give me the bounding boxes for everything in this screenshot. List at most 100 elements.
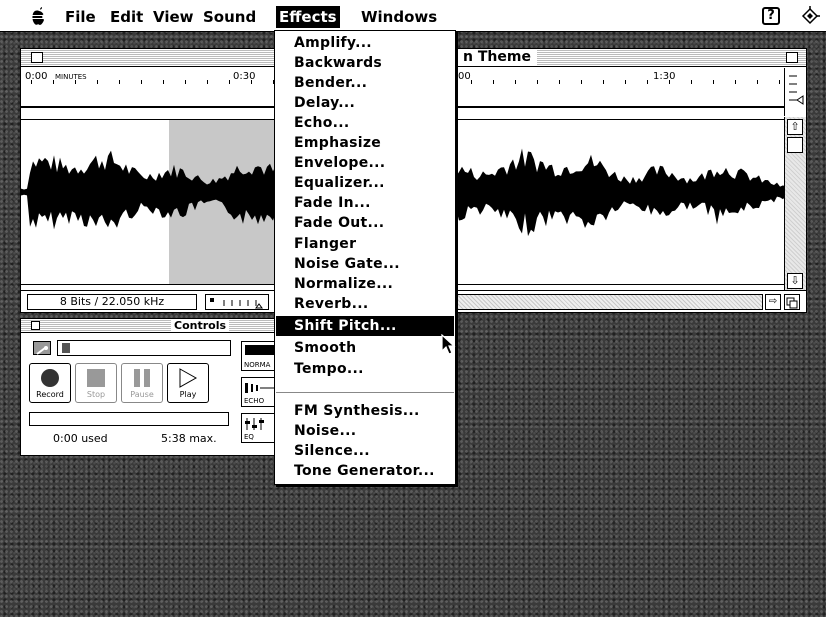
timeline-tick: [31, 80, 32, 84]
menu-separator: [276, 392, 454, 393]
menu-item-emphasize[interactable]: Emphasize: [276, 133, 454, 153]
stop-button[interactable]: Stop: [75, 363, 117, 403]
menu-item-silence[interactable]: Silence...: [276, 441, 454, 461]
timeline-tick: [207, 80, 208, 84]
menu-item-echo[interactable]: Echo...: [276, 113, 454, 133]
menu-item-reverb[interactable]: Reverb...: [276, 294, 454, 314]
timeline-tick: [163, 80, 164, 84]
menu-item-tempo[interactable]: Tempo...: [276, 359, 454, 379]
close-box[interactable]: [31, 52, 43, 63]
normalize-label: NORMA: [244, 361, 271, 369]
menu-item-normalize[interactable]: Normalize...: [276, 274, 454, 294]
timeline-tick: [185, 80, 186, 84]
menu-file[interactable]: File: [62, 6, 99, 28]
scroll-thumb[interactable]: [787, 137, 803, 153]
echo-label: ECHO: [244, 397, 265, 405]
record-button[interactable]: Record: [29, 363, 71, 403]
normalize-icon: [245, 345, 275, 355]
timeline-90-label: 1:30: [653, 71, 676, 82]
menu-item-bender[interactable]: Bender...: [276, 73, 454, 93]
timeline-tick: [53, 80, 54, 84]
grow-box[interactable]: [784, 294, 800, 310]
timeline-units-label: MINUTES: [55, 73, 87, 81]
scroll-up-arrow[interactable]: ⇧: [787, 119, 803, 135]
menu-item-flanger[interactable]: Flanger: [276, 234, 454, 254]
apple-icon[interactable]: [30, 6, 48, 26]
help-icon[interactable]: ?: [762, 7, 780, 25]
menu-item-equalizer[interactable]: Equalizer...: [276, 173, 454, 193]
pause-label: Pause: [130, 390, 154, 399]
timeline-30-label: 0:30: [233, 71, 256, 82]
slider-ticks-icon: [210, 298, 263, 309]
input-level-field[interactable]: [57, 340, 231, 356]
zoom-box[interactable]: [786, 52, 798, 63]
menu-item-delay[interactable]: Delay...: [276, 93, 454, 113]
effects-menu: Amplify... Backwards Bender... Delay... …: [274, 30, 456, 485]
play-label: Play: [179, 390, 197, 399]
stop-icon: [87, 369, 105, 387]
horizontal-scrollbar[interactable]: [457, 294, 763, 310]
pause-button[interactable]: Pause: [121, 363, 163, 403]
menu-windows[interactable]: Windows: [358, 6, 440, 28]
menu-item-backwards[interactable]: Backwards: [276, 53, 454, 73]
app-icon[interactable]: [800, 6, 820, 26]
menu-item-fade-out[interactable]: Fade Out...: [276, 213, 454, 233]
timeline-tick: [691, 80, 692, 84]
microphone-icon[interactable]: [33, 341, 51, 355]
timeline-tick: [757, 80, 758, 84]
timeline-tick: [141, 80, 142, 84]
controls-titlebar[interactable]: Controls: [21, 319, 279, 333]
timeline-tick: [559, 80, 560, 84]
controls-close-box[interactable]: [31, 321, 40, 330]
timeline-tick: [229, 80, 230, 84]
controls-title: Controls: [171, 319, 230, 332]
timeline-tick: [97, 80, 98, 84]
mini-slider[interactable]: [205, 294, 269, 310]
menu-item-fm-synthesis[interactable]: FM Synthesis...: [276, 401, 454, 421]
eq-label: EQ: [244, 433, 254, 441]
arrow-cursor-icon: [441, 334, 456, 355]
timeline-tick: [647, 80, 648, 84]
play-button[interactable]: Play: [167, 363, 209, 403]
window-title: n Theme: [457, 49, 537, 66]
timeline-tick: [581, 80, 582, 84]
menu-edit[interactable]: Edit: [107, 6, 146, 28]
menu-bar: File Edit View Sound Effects Windows ?: [0, 0, 826, 32]
timeline-tick: [493, 80, 494, 84]
menu-item-smooth[interactable]: Smooth: [276, 338, 454, 358]
scroll-right-arrow[interactable]: ⇨: [765, 294, 781, 310]
timeline-tick: [251, 80, 252, 84]
menu-item-amplify[interactable]: Amplify...: [276, 33, 454, 53]
menu-item-shift-pitch[interactable]: Shift Pitch...: [276, 316, 454, 336]
timeline-tick: [537, 80, 538, 84]
menu-view[interactable]: View: [150, 6, 197, 28]
scroll-down-arrow[interactable]: ⇩: [787, 273, 803, 289]
vertical-scrollbar[interactable]: ⇧ ⇩: [784, 117, 806, 292]
menu-item-noise-gate[interactable]: Noise Gate...: [276, 254, 454, 274]
progress-bar: [29, 412, 229, 426]
grow-icon: [786, 297, 798, 309]
menu-item-noise[interactable]: Noise...: [276, 421, 454, 441]
menu-item-fade-in[interactable]: Fade In...: [276, 193, 454, 213]
timeline-tick: [471, 80, 472, 84]
time-used: 0:00 used: [53, 432, 108, 445]
pause-icon: [134, 369, 150, 387]
menu-item-tone-generator[interactable]: Tone Generator...: [276, 461, 454, 481]
timeline-tick: [119, 80, 120, 84]
timeline-60-label: 00: [458, 71, 471, 82]
controls-palette: Controls Record Stop Pause Play 0:00 use…: [20, 318, 281, 456]
menu-item-envelope[interactable]: Envelope...: [276, 153, 454, 173]
timeline-tick: [515, 80, 516, 84]
menu-sound[interactable]: Sound: [200, 6, 259, 28]
record-icon: [41, 369, 59, 387]
sample-format[interactable]: 8 Bits / 22.050 kHz: [27, 294, 197, 310]
timeline-tick: [669, 80, 670, 84]
menu-effects[interactable]: Effects: [276, 6, 340, 28]
timeline-tick: [625, 80, 626, 84]
zoom-slider-icon: [789, 75, 804, 105]
timeline-tick: [735, 80, 736, 84]
level-marker: [62, 343, 70, 353]
timeline-start-label: 0:00: [25, 71, 48, 82]
zoom-controls[interactable]: [784, 68, 806, 116]
timeline-tick: [779, 80, 780, 84]
